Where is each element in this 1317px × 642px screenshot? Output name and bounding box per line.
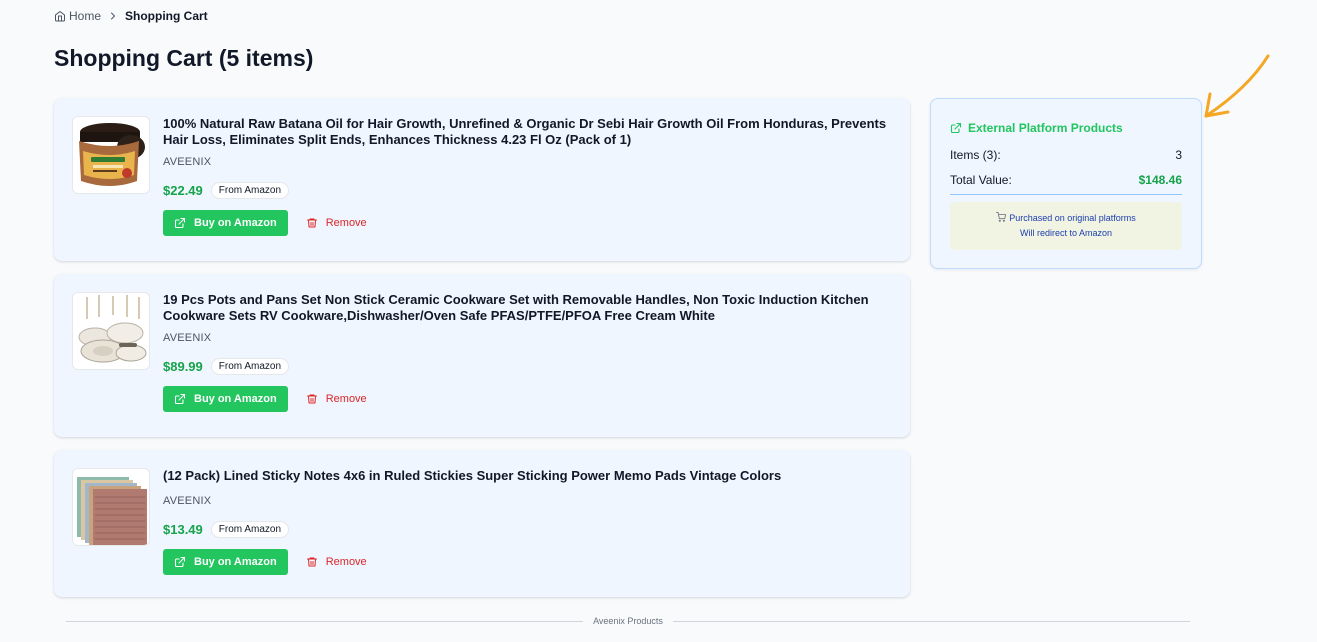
- trash-icon: [306, 557, 317, 567]
- breadcrumb-home-label: Home: [69, 9, 102, 23]
- breadcrumb: Home Shopping Cart: [54, 9, 208, 23]
- external-link-icon: [174, 217, 186, 229]
- trash-icon: [306, 394, 317, 404]
- product-title[interactable]: (12 Pack) Lined Sticky Notes 4x6 in Rule…: [163, 468, 888, 484]
- remove-button[interactable]: Remove: [306, 556, 367, 568]
- source-badge: From Amazon: [210, 358, 290, 375]
- product-price: $13.49: [163, 522, 203, 537]
- footer-line-right: [672, 620, 1190, 622]
- batana-oil-jar-image: [73, 117, 149, 193]
- cart-icon: [996, 212, 1007, 222]
- page-title: Shopping Cart (5 items): [54, 45, 314, 71]
- product-image-sticky-notes[interactable]: [72, 468, 150, 546]
- breadcrumb-current: Shopping Cart: [125, 9, 208, 23]
- redirect-note-line1: Purchased on original platforms: [1009, 213, 1136, 223]
- product-title[interactable]: 19 Pcs Pots and Pans Set Non Stick Ceram…: [163, 292, 888, 324]
- remove-button-label: Remove: [325, 393, 367, 405]
- external-link-icon: [950, 122, 962, 134]
- redirect-note: Purchased on original platforms Will red…: [950, 202, 1182, 250]
- source-badge: From Amazon: [210, 521, 290, 538]
- cart-item: (12 Pack) Lined Sticky Notes 4x6 in Rule…: [54, 450, 910, 597]
- home-icon: [55, 11, 65, 22]
- summary-total-row: Total Value: $148.46: [950, 173, 1182, 187]
- buy-button-label: Buy on Amazon: [194, 393, 277, 405]
- summary-items-label: Items (3):: [950, 148, 1001, 162]
- cart-item: 19 Pcs Pots and Pans Set Non Stick Ceram…: [54, 274, 910, 437]
- summary-divider: [950, 194, 1182, 195]
- summary-heading-label: External Platform Products: [968, 121, 1123, 135]
- external-link-icon: [174, 393, 186, 405]
- external-link-icon: [174, 556, 186, 568]
- product-brand: AVEENIX: [163, 156, 212, 168]
- remove-button-label: Remove: [325, 556, 367, 568]
- product-price: $22.49: [163, 183, 203, 198]
- summary-total-value: $148.46: [1138, 173, 1182, 187]
- cart-item: 100% Natural Raw Batana Oil for Hair Gro…: [54, 98, 910, 261]
- trash-icon: [306, 218, 317, 228]
- chevron-right-icon: [111, 12, 116, 20]
- sticky-notes-image: [73, 469, 149, 545]
- product-price: $89.99: [163, 359, 203, 374]
- remove-button[interactable]: Remove: [306, 393, 367, 405]
- breadcrumb-home-link[interactable]: Home: [54, 9, 101, 23]
- footer-label: Aveenix Products: [593, 616, 663, 626]
- summary-items-value: 3: [1175, 148, 1182, 162]
- annotation-arrow-icon: [1204, 54, 1270, 118]
- redirect-note-line2: Will redirect to Amazon: [1019, 228, 1113, 238]
- footer-divider: Aveenix Products: [66, 616, 1190, 626]
- external-platform-summary: External Platform Products Items (3): 3 …: [930, 98, 1202, 269]
- summary-items-row: Items (3): 3: [950, 148, 1182, 162]
- buy-on-amazon-button[interactable]: Buy on Amazon: [163, 549, 288, 575]
- buy-on-amazon-button[interactable]: Buy on Amazon: [163, 210, 288, 236]
- remove-button[interactable]: Remove: [306, 217, 367, 229]
- product-image-batana-oil[interactable]: [72, 116, 150, 194]
- buy-button-label: Buy on Amazon: [194, 556, 277, 568]
- buy-on-amazon-button[interactable]: Buy on Amazon: [163, 386, 288, 412]
- product-brand: AVEENIX: [163, 332, 212, 344]
- footer-line-left: [66, 620, 584, 622]
- source-badge: From Amazon: [210, 182, 290, 199]
- remove-button-label: Remove: [325, 217, 367, 229]
- cookware-set-image: [73, 293, 149, 369]
- product-title[interactable]: 100% Natural Raw Batana Oil for Hair Gro…: [163, 116, 888, 148]
- buy-button-label: Buy on Amazon: [194, 217, 277, 229]
- summary-total-label: Total Value:: [950, 173, 1012, 187]
- product-brand: AVEENIX: [163, 495, 212, 507]
- product-image-cookware[interactable]: [72, 292, 150, 370]
- summary-heading: External Platform Products: [950, 121, 1123, 135]
